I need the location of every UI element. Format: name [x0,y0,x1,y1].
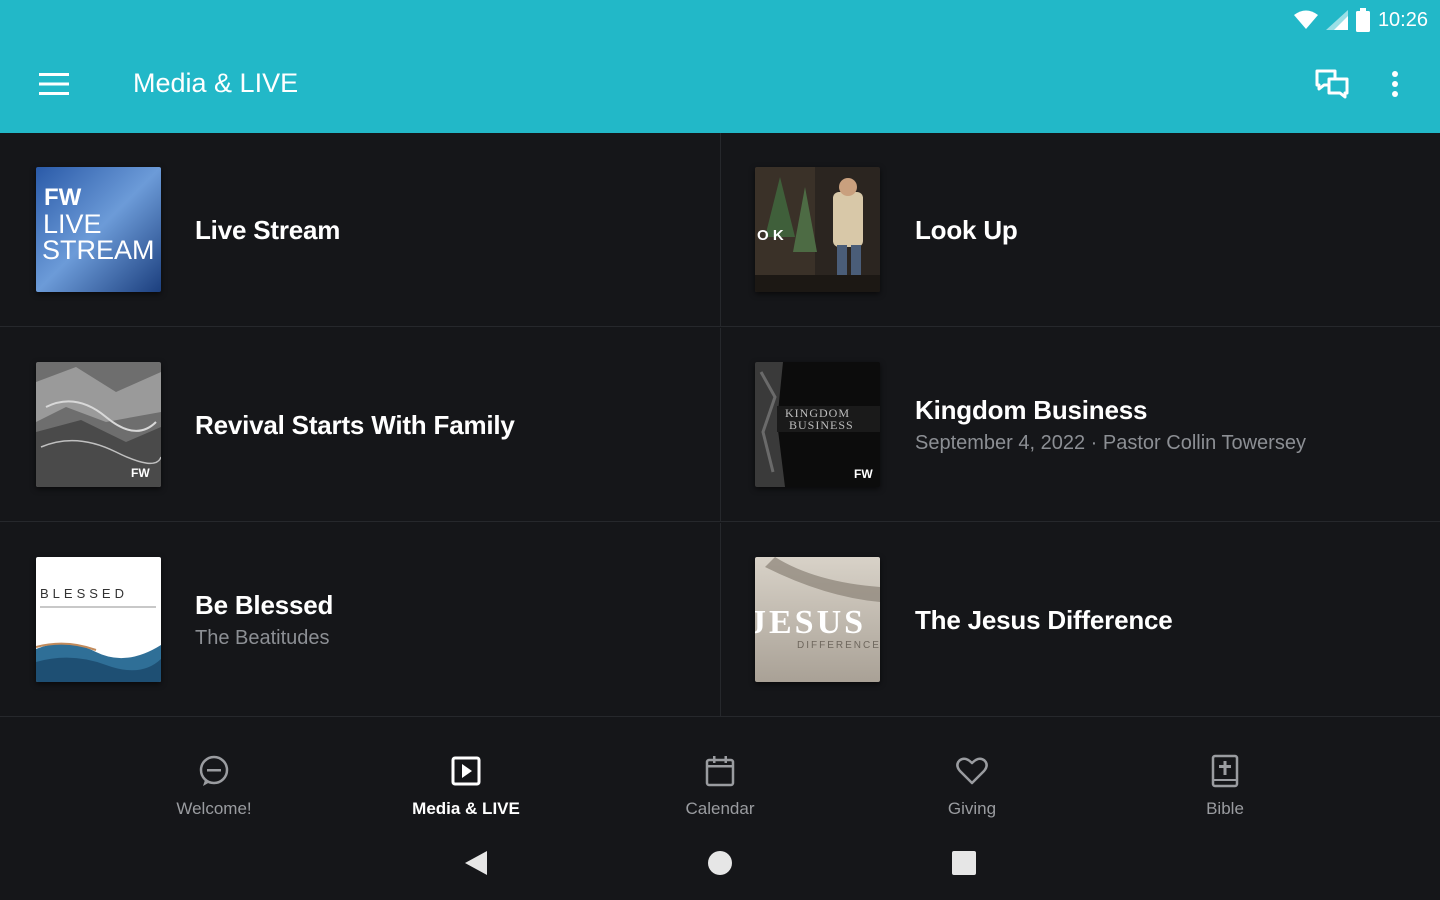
status-time: 10:26 [1377,8,1428,31]
media-item-title: Revival Starts With Family [195,409,515,440]
nav-label: Bible [1206,799,1244,818]
battery-icon [1355,8,1370,32]
media-item-title: Kingdom Business [915,395,1148,425]
recents-icon [951,850,977,881]
thumb-text-ok: O K [757,227,784,244]
media-item-text: Be Blessed The Beatitudes [195,523,695,717]
system-back-button[interactable] [456,847,496,883]
system-navigation-bar [0,835,1440,895]
nav-label: Media & LIVE [412,799,520,818]
media-item-text: Revival Starts With Family [195,328,695,522]
media-item-be-blessed[interactable]: BLESSED Be Blessed The Beatitudes [0,523,720,717]
thumbnail-jesus-difference: JESUS DIFFERENCE [755,557,880,682]
thumbnail-live-stream: FW LIVE STREAM [36,167,161,292]
signal-icon [1325,10,1348,30]
nav-bible[interactable]: Bible [1145,754,1305,824]
thumbnail-be-blessed: BLESSED [36,557,161,682]
thumbnail-revival: FW [36,362,161,487]
thumbnail-kingdom-business: KINGDOM BUSINESS FW [755,362,880,487]
chat-button[interactable] [1308,64,1356,108]
media-item-the-jesus-difference[interactable]: JESUS DIFFERENCE The Jesus Difference [720,523,1440,717]
media-item-text: Look Up [915,133,1415,327]
more-vert-icon [1391,70,1399,103]
back-icon [463,849,489,882]
media-item-text: Live Stream [195,133,695,327]
thumb-text-difference: DIFFERENCE [797,640,880,651]
media-item-revival-starts-with-family[interactable]: FW Revival Starts With Family [0,328,720,522]
hamburger-icon [39,72,69,100]
page-title: Media & LIVE [133,68,299,98]
thumb-text-jesus: JESUS [755,604,866,641]
menu-button[interactable] [30,66,78,106]
app-bar: 10:26 Media & LIVE [0,0,1440,133]
thumb-text-stream: STREAM [42,235,155,265]
nav-label: Calendar [685,799,755,818]
heart-icon [955,754,989,793]
thumb-text-fw: FW [854,467,873,481]
thumbnail-look-up: O K [755,167,880,292]
media-item-live-stream[interactable]: FW LIVE STREAM Live Stream [0,133,720,327]
media-item-subtitle: The Beatitudes [195,627,330,649]
media-item-text: The Jesus Difference [915,523,1415,717]
bottom-navigation: Welcome! Media & LIVE Calendar Giving Bi… [0,740,1440,830]
nav-label: Welcome! [176,799,252,818]
calendar-icon [703,754,737,793]
nav-label: Giving [947,799,997,818]
media-item-subtitle: September 4, 2022 · Pastor Collin Towers… [915,432,1306,454]
nav-welcome[interactable]: Welcome! [134,754,294,824]
thumb-text-blessed: BLESSED [40,586,128,601]
bible-icon [1208,754,1242,793]
thumb-text-fw: FW [131,466,150,480]
thumb-text-business: BUSINESS [789,418,854,432]
home-icon [707,850,733,881]
media-item-title: Live Stream [195,214,341,245]
media-item-title: Be Blessed [195,590,334,620]
play-box-icon [449,754,483,793]
nav-media-live[interactable]: Media & LIVE [386,754,546,824]
nav-giving[interactable]: Giving [892,754,1052,824]
media-item-look-up[interactable]: O K Look Up [720,133,1440,327]
toolbar: Media & LIVE [0,50,1440,122]
media-grid: FW LIVE STREAM Live Stream O K Look Up F… [0,133,1440,717]
media-item-title: The Jesus Difference [915,604,1173,635]
nav-calendar[interactable]: Calendar [640,754,800,824]
wifi-icon [1293,10,1318,30]
status-bar: 10:26 [1293,6,1428,34]
chat-icon [1315,69,1349,104]
thumb-text-fw: FW [44,184,82,211]
system-home-button[interactable] [700,847,740,883]
media-item-title: Look Up [915,214,1018,245]
media-item-text: Kingdom Business September 4, 2022 · Pas… [915,328,1415,522]
chat-bubble-icon [197,754,231,793]
more-options-button[interactable] [1374,64,1416,108]
system-recents-button[interactable] [944,847,984,883]
media-item-kingdom-business[interactable]: KINGDOM BUSINESS FW Kingdom Business Sep… [720,328,1440,522]
